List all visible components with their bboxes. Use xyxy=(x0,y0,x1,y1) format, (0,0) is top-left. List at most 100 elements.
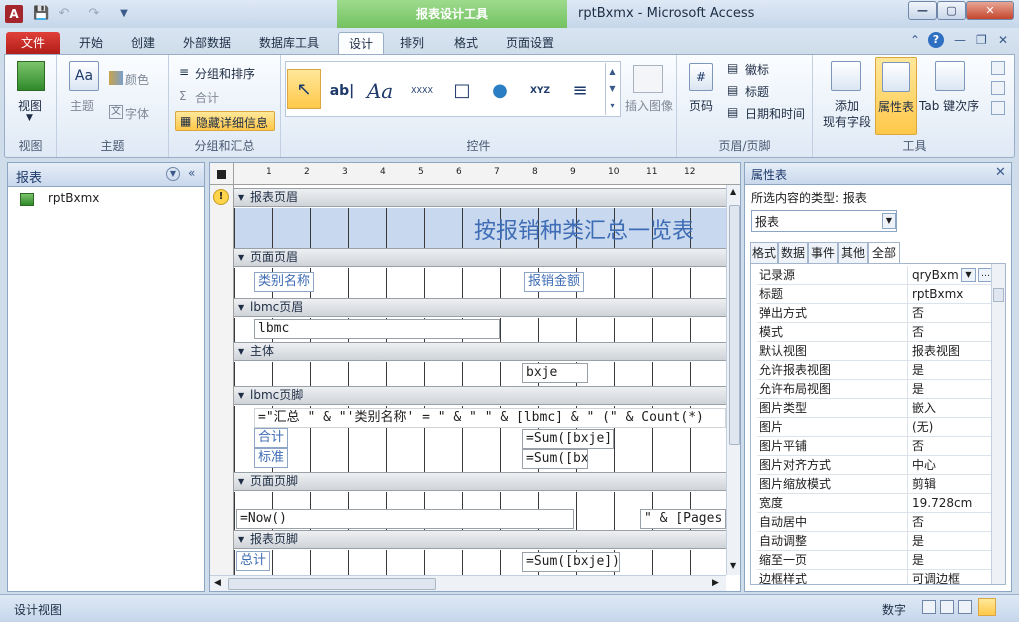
prop-tab-format[interactable]: 格式 xyxy=(750,242,778,263)
property-value[interactable]: 报表视图 xyxy=(907,342,997,361)
add-fields-icon[interactable] xyxy=(831,61,861,91)
tab-design[interactable]: 设计 xyxy=(338,32,384,54)
tab-external-data[interactable]: 外部数据 xyxy=(176,32,238,54)
title-button[interactable]: 标题 xyxy=(745,83,769,100)
close-button[interactable]: ✕ xyxy=(966,1,1014,20)
tab-create[interactable]: 创建 xyxy=(122,32,164,54)
textbox-control-icon[interactable]: ab| xyxy=(327,73,357,107)
subtotal-label[interactable]: 合计 xyxy=(254,428,289,448)
property-row[interactable]: 图片缩放模式 剪辑 xyxy=(757,475,997,494)
property-row[interactable]: 允许报表视图 是 xyxy=(757,361,997,380)
property-sheet-button[interactable]: 属性表 xyxy=(875,57,917,135)
button-control-icon[interactable]: XXXX xyxy=(405,73,439,107)
section-lbmc-header[interactable]: lbmc页眉 xyxy=(234,298,726,317)
datetime-button[interactable]: 日期和时间 xyxy=(745,105,805,122)
scroll-right-icon[interactable]: ▶ xyxy=(712,578,719,588)
customize-qat-icon[interactable]: ▼ xyxy=(116,6,132,22)
save-icon[interactable]: 💾 xyxy=(33,6,49,22)
tab-order-button[interactable]: Tab 键次序 xyxy=(919,97,979,114)
design-view-icon[interactable] xyxy=(978,598,996,616)
property-row[interactable]: 边框样式 可调边框 xyxy=(757,570,997,584)
property-row[interactable]: 图片对齐方式 中心 xyxy=(757,456,997,475)
property-value[interactable]: 中心 xyxy=(907,456,997,475)
colors-icon[interactable] xyxy=(109,71,123,85)
object-selector-dropdown-icon[interactable]: ▼ xyxy=(882,213,896,229)
horizontal-scroll-thumb[interactable] xyxy=(228,578,436,590)
property-value[interactable]: rptBxmx xyxy=(907,285,997,304)
warning-icon[interactable]: ! xyxy=(213,189,229,205)
category-name-label[interactable]: 类别名称 xyxy=(254,272,315,292)
section-detail[interactable]: 主体 xyxy=(234,342,726,361)
now-textbox[interactable]: =Now() xyxy=(236,509,574,529)
bxje-textbox[interactable]: bxje xyxy=(522,363,588,383)
tab-order-icon[interactable] xyxy=(935,61,965,91)
insert-image-icon[interactable] xyxy=(633,65,663,93)
property-scrollbar[interactable] xyxy=(991,264,1005,584)
fonts-icon[interactable]: 文 xyxy=(109,105,123,119)
summary-expression-textbox[interactable]: ="汇总 " & "'类别名称' = " & " " & [lbmc] & " … xyxy=(254,408,726,428)
property-row[interactable]: 图片平铺 否 xyxy=(757,437,997,456)
theme-icon[interactable]: Aa xyxy=(69,61,99,91)
print-preview-icon[interactable] xyxy=(940,600,954,614)
design-horizontal-scrollbar[interactable]: ◀ ▶ xyxy=(210,575,726,591)
collapse-ribbon-icon[interactable]: ⌃ xyxy=(910,33,920,47)
subform-icon[interactable] xyxy=(991,61,1005,75)
property-scroll-thumb[interactable] xyxy=(993,288,1004,302)
grand-total-textbox[interactable]: =Sum([bxje]) xyxy=(522,552,620,572)
doc-close-icon[interactable]: ✕ xyxy=(998,33,1008,47)
nav-item-rptBxmx[interactable]: rptBxmx xyxy=(48,191,99,205)
nav-menu-icon[interactable]: ▼ xyxy=(166,167,180,181)
property-value[interactable]: qryBxmx xyxy=(907,266,959,285)
scroll-left-icon[interactable]: ◀ xyxy=(214,578,221,588)
minimize-button[interactable]: — xyxy=(908,1,937,20)
pages-textbox[interactable]: " & [Pages xyxy=(640,509,726,529)
property-value[interactable]: 否 xyxy=(907,437,997,456)
property-value[interactable]: 否 xyxy=(907,323,997,342)
property-row[interactable]: 记录源qryBxmx▼… xyxy=(757,266,997,285)
logo-button[interactable]: 徽标 xyxy=(745,61,769,78)
convert-macros-icon[interactable] xyxy=(991,101,1005,115)
maximize-button[interactable]: ▢ xyxy=(937,1,966,20)
property-row[interactable]: 缩至一页 是 xyxy=(757,551,997,570)
doc-minimize-icon[interactable]: — xyxy=(954,33,966,47)
colors-button[interactable]: 颜色 xyxy=(125,71,149,88)
access-app-icon[interactable]: A xyxy=(5,5,23,23)
vertical-scroll-thumb[interactable] xyxy=(729,205,740,445)
help-icon[interactable]: ? xyxy=(928,32,944,48)
page-break-icon[interactable]: ≡ xyxy=(565,73,595,107)
property-row[interactable]: 自动调整 是 xyxy=(757,532,997,551)
nav-header-label[interactable]: 报表 xyxy=(16,167,42,186)
property-value[interactable]: 剪辑 xyxy=(907,475,997,494)
property-value[interactable]: 否 xyxy=(907,304,997,323)
property-row[interactable]: 默认视图 报表视图 xyxy=(757,342,997,361)
property-row[interactable]: 图片 (无) xyxy=(757,418,997,437)
gallery-scroll[interactable]: ▲ ▼ ▾ xyxy=(605,63,619,115)
property-value[interactable]: 是 xyxy=(907,361,997,380)
view-button[interactable]: 视图 xyxy=(18,97,42,114)
tab-home[interactable]: 开始 xyxy=(70,32,112,54)
hyperlink-control-icon[interactable]: ● xyxy=(485,73,515,107)
redo-icon[interactable]: ↷ xyxy=(86,6,102,22)
prop-tab-all[interactable]: 全部 xyxy=(868,242,900,264)
property-value[interactable]: 19.728cm xyxy=(907,494,997,513)
property-row[interactable]: 模式 否 xyxy=(757,323,997,342)
label-control-icon[interactable]: Aa xyxy=(365,73,395,107)
subtotal-sum-textbox[interactable]: =Sum([bxje] xyxy=(522,429,614,449)
report-title-label[interactable]: 按报销种类汇总一览表 xyxy=(474,213,694,245)
amount-label[interactable]: 报销金额 xyxy=(524,272,585,292)
select-pointer-icon[interactable]: ↖ xyxy=(287,69,321,109)
group-sort-button[interactable]: 分组和排序 xyxy=(195,65,255,82)
property-row[interactable]: 自动居中 否 xyxy=(757,513,997,532)
object-selector[interactable]: 报表 ▼ xyxy=(751,210,897,232)
scroll-up-icon[interactable]: ▲ xyxy=(730,187,736,196)
tab-arrange[interactable]: 排列 xyxy=(390,32,434,54)
undo-icon[interactable]: ↶ xyxy=(56,6,72,22)
design-vertical-scrollbar[interactable]: ▲ ▼ xyxy=(726,185,740,575)
property-value[interactable]: 是 xyxy=(907,532,997,551)
standard-label[interactable]: 标准 xyxy=(254,448,289,468)
add-fields-button-line2[interactable]: 现有字段 xyxy=(823,113,871,130)
view-dropdown-icon[interactable]: ▼ xyxy=(26,113,33,123)
section-page-header[interactable]: 页面页眉 xyxy=(234,248,726,267)
property-value[interactable]: 是 xyxy=(907,380,997,399)
add-fields-button-line1[interactable]: 添加 xyxy=(835,97,859,114)
